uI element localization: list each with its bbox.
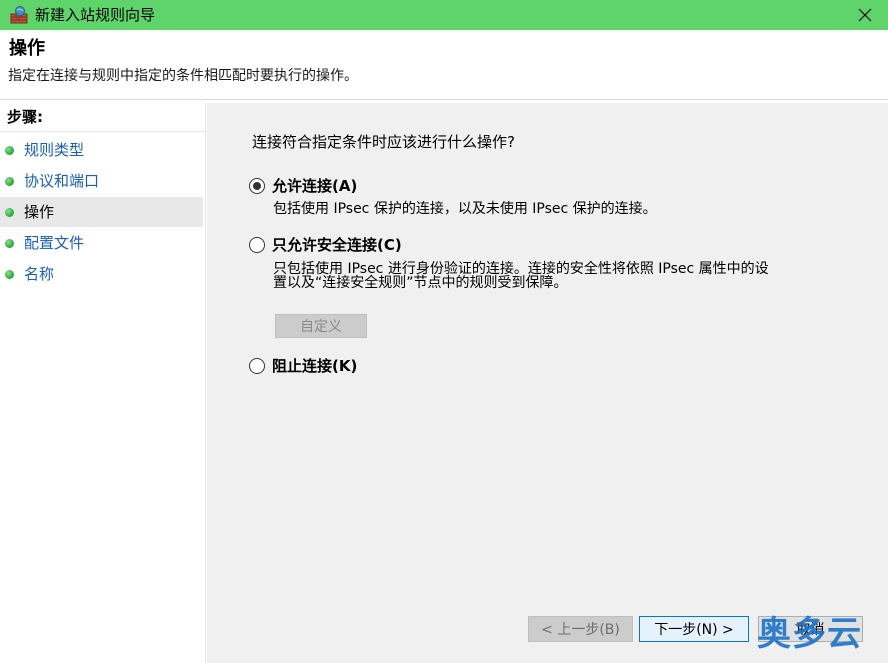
radio-label: 阻止连接(K) xyxy=(272,357,358,375)
radio-button[interactable] xyxy=(249,237,265,253)
radio-label: 只允许安全连接(C) xyxy=(272,236,402,254)
step-bullet-icon xyxy=(5,269,14,279)
step-bullet-icon xyxy=(5,238,14,248)
radio-label: 允许连接(A) xyxy=(272,177,358,195)
step-rule-type[interactable]: 规则类型 xyxy=(0,135,203,165)
step-protocol-ports[interactable]: 协议和端口 xyxy=(0,166,203,196)
close-icon xyxy=(858,8,872,22)
allow-connection-description: 包括使用 IPsec 保护的连接，以及未使用 IPsec 保护的连接。 xyxy=(273,201,657,217)
close-button[interactable] xyxy=(842,0,888,30)
steps-title: 步骤: xyxy=(7,108,43,126)
step-label: 名称 xyxy=(24,265,55,283)
secure-connection-description-line2: 置以及“连接安全规则”节点中的规则受到保障。 xyxy=(273,275,568,291)
title-bar: 新建入站规则向导 xyxy=(0,0,888,30)
wizard-header: 操作 指定在连接与规则中指定的条件相匹配时要执行的操作。 xyxy=(0,30,888,100)
customize-button[interactable]: 自定义 xyxy=(275,314,367,338)
step-profile[interactable]: 配置文件 xyxy=(0,228,203,258)
step-bullet-icon xyxy=(5,207,14,217)
step-label: 协议和端口 xyxy=(24,172,100,190)
next-button[interactable]: 下一步(N) > xyxy=(639,616,749,642)
radio-button[interactable] xyxy=(249,358,265,374)
step-label: 操作 xyxy=(24,203,55,221)
page-title: 操作 xyxy=(9,38,45,59)
firewall-icon xyxy=(10,6,28,24)
step-label: 规则类型 xyxy=(24,141,85,159)
action-question: 连接符合指定条件时应该进行什么操作? xyxy=(252,133,515,151)
step-action[interactable]: 操作 xyxy=(0,197,203,227)
divider xyxy=(0,131,206,132)
allow-secure-connection-radio[interactable]: 只允许安全连接(C) xyxy=(249,236,402,254)
back-button[interactable]: < 上一步(B) xyxy=(528,616,633,642)
main-content: 连接符合指定条件时应该进行什么操作? 允许连接(A) 包括使用 IPsec 保护… xyxy=(207,103,888,663)
step-label: 配置文件 xyxy=(24,234,85,252)
page-subtitle: 指定在连接与规则中指定的条件相匹配时要执行的操作。 xyxy=(8,68,358,84)
watermark: 奥多云 xyxy=(757,614,862,654)
window-title: 新建入站规则向导 xyxy=(35,6,156,24)
radio-button[interactable] xyxy=(249,178,265,194)
block-connection-radio[interactable]: 阻止连接(K) xyxy=(249,357,357,375)
step-bullet-icon xyxy=(5,145,14,155)
step-name[interactable]: 名称 xyxy=(0,259,203,289)
step-bullet-icon xyxy=(5,176,14,186)
allow-connection-radio[interactable]: 允许连接(A) xyxy=(249,177,357,195)
steps-sidebar: 步骤: 规则类型 协议和端口 操作 配置文件 名称 xyxy=(0,103,206,663)
